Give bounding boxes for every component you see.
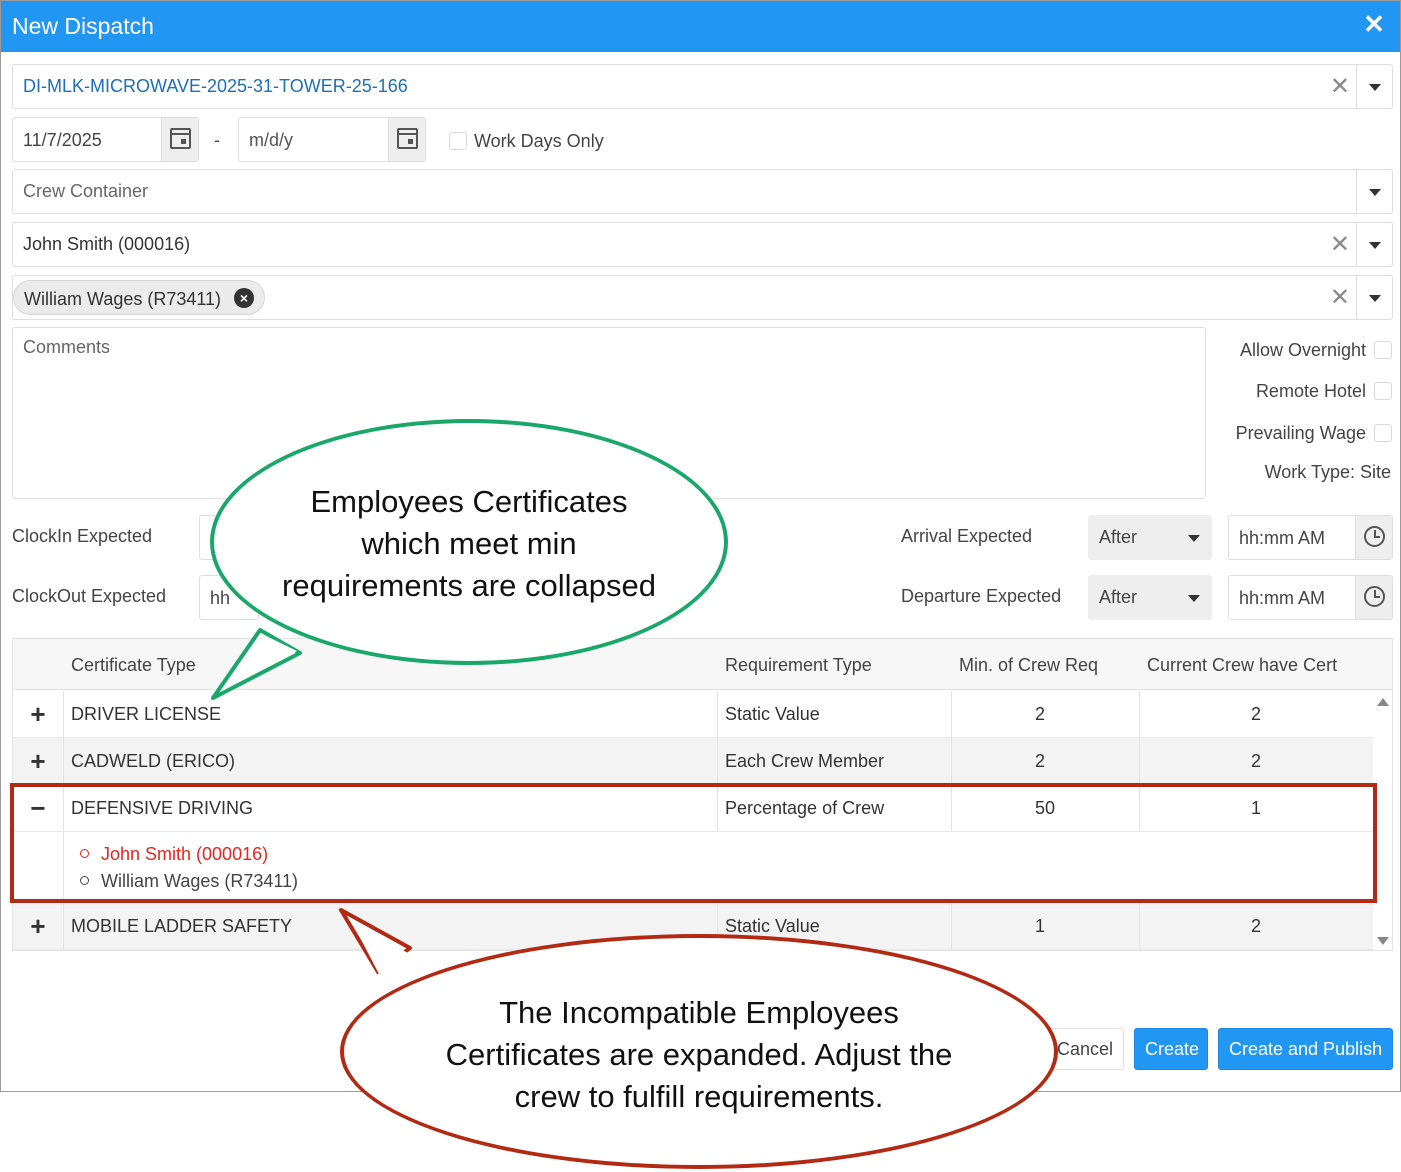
red-callout-tail-cover: [352, 922, 408, 978]
